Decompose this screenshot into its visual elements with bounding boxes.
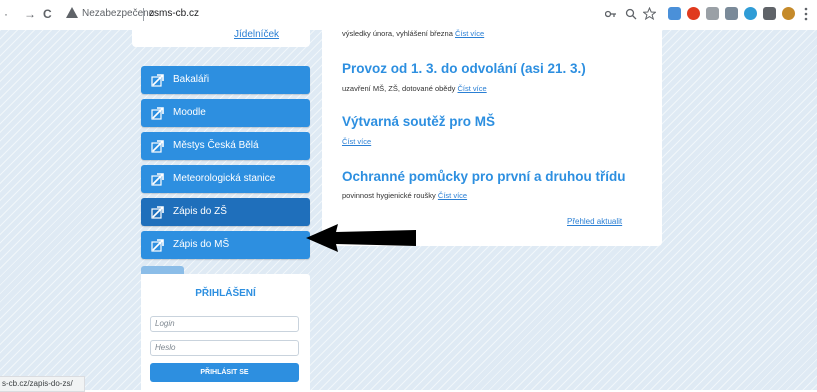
reload-icon[interactable]: C (43, 7, 52, 21)
sidebar-button-label: Meteorologická stanice (173, 173, 276, 184)
login-input[interactable]: Login (150, 316, 299, 332)
extension-settings-icon[interactable] (725, 7, 738, 20)
address-separator (143, 8, 144, 21)
link-arrow-icon (151, 107, 164, 120)
profile-avatar[interactable] (782, 7, 795, 20)
link-arrow-icon (151, 74, 164, 87)
login-title: PŘIHLÁŠENÍ (195, 288, 256, 299)
address-bar-url[interactable]: zsms-cb.cz (149, 8, 199, 19)
sidebar-button-moodle[interactable]: Moodle (141, 99, 310, 127)
news-overview-link[interactable]: Přehled aktualit (567, 217, 622, 226)
sidebar-button-bakalari[interactable]: Bakaláři (141, 66, 310, 94)
login-panel: PŘIHLÁŠENÍ Login Heslo PŘIHLÁSIT SE (141, 274, 310, 390)
extension-translate-icon[interactable] (668, 7, 681, 20)
sidebar-button-meteorologicka[interactable]: Meteorologická stanice (141, 165, 310, 193)
zoom-icon[interactable] (625, 8, 637, 20)
sidebar-button-zapis-zs[interactable]: Zápis do ZŠ (141, 198, 310, 226)
menu-card: Jídelníček (132, 29, 310, 47)
sidebar-button-label: Městys Česká Bělá (173, 140, 259, 151)
read-more-link[interactable]: Číst více (458, 84, 487, 93)
news-title[interactable]: Provoz od 1. 3. do odvolání (asi 21. 3.) (342, 61, 586, 76)
news-item-text: povinnost hygienické roušky Číst více (342, 191, 468, 200)
menu-icon[interactable] (804, 7, 808, 21)
nav-dot: · (4, 7, 8, 21)
sidebar-button-mestys[interactable]: Městys Česká Bělá (141, 132, 310, 160)
news-title[interactable]: Výtvarná soutěž pro MŠ (342, 114, 495, 129)
warning-icon[interactable] (66, 7, 78, 18)
news-panel: výsledky února, vyhlášení března Číst ví… (322, 29, 662, 246)
forward-icon[interactable]: → (24, 7, 36, 21)
news-item-text: uzavření MŠ, ZŠ, dotované obědy Číst víc… (342, 84, 487, 93)
sidebar-button-label: Moodle (173, 107, 206, 118)
sidebar-button-label: Zápis do ZŠ (173, 206, 227, 217)
link-arrow-icon (151, 173, 164, 186)
extension-gray-icon[interactable] (706, 7, 719, 20)
link-arrow-icon (151, 206, 164, 219)
login-tab[interactable] (141, 266, 184, 274)
sidebar-button-zapis-ms[interactable]: Zápis do MŠ (141, 231, 310, 259)
news-title[interactable]: Ochranné pomůcky pro první a druhou tříd… (342, 169, 626, 184)
news-item-text: Číst více (342, 137, 371, 146)
jidelnicek-link[interactable]: Jídelníček (234, 29, 279, 40)
browser-toolbar: · → C Nezabezpečeno zsms-cb.cz (0, 0, 817, 31)
login-submit-button[interactable]: PŘIHLÁSIT SE (150, 363, 299, 382)
page-background: Jídelníček Bakaláři Moodle Městys Česká … (0, 29, 817, 390)
sidebar-button-label: Zápis do MŠ (173, 239, 230, 250)
extension-opera-icon[interactable] (687, 7, 700, 20)
bookmark-star-icon[interactable] (643, 7, 656, 20)
read-more-link[interactable]: Číst více (438, 191, 467, 200)
annotation-arrow-icon (306, 224, 416, 252)
key-icon[interactable] (605, 9, 617, 19)
password-input[interactable]: Heslo (150, 340, 299, 356)
extension-blue-icon[interactable] (744, 7, 757, 20)
sidebar-button-label: Bakaláři (173, 74, 210, 85)
read-more-link[interactable]: Číst více (455, 29, 484, 38)
read-more-link[interactable]: Číst více (342, 137, 371, 146)
extensions-puzzle-icon[interactable] (763, 7, 776, 20)
link-arrow-icon (151, 239, 164, 252)
link-arrow-icon (151, 140, 164, 153)
news-item-text: výsledky února, vyhlášení března Číst ví… (342, 29, 485, 38)
